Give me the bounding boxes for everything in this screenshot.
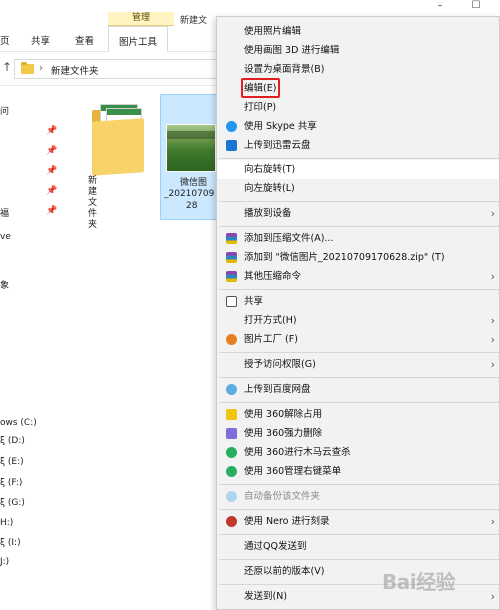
menu-item-print[interactable]: 打印(P) [218,98,499,117]
pin-icon: 📌 [46,166,58,176]
menu-divider [219,201,499,202]
menu-divider [219,509,499,510]
menu-item-360-delete[interactable]: 使用 360强力删除 [218,424,499,443]
navigation-pane: 问 📌 📌 📌 📌 福 📌 ve 象 ows (C:) ξ (D:) ξ (E:… [0,86,62,610]
menu-divider [219,289,499,290]
address-path[interactable]: 新建文件夹 [51,63,99,77]
menu-item-auto-backup[interactable]: 自动备份该文件夹 [218,487,499,506]
chevron-right-icon: › [490,314,495,327]
tab-share[interactable]: 共享 [31,33,50,47]
tab-picture-tools[interactable]: 图片工具 [108,26,169,52]
menu-item-send-via-qq[interactable]: 通过QQ发送到 [218,537,499,556]
window-title: 新建文 [180,16,208,26]
nav-item-quick-access[interactable]: 问 [0,104,9,117]
nav-item-3d-objects[interactable]: 象 [0,278,9,291]
share-icon [226,296,237,307]
menu-item-send-to[interactable]: 发送到(N) › [218,587,499,606]
folder-icon [92,104,150,176]
menu-item-share[interactable]: 共享 [218,292,499,311]
edit-highlight-box [241,78,280,98]
menu-divider [219,377,499,378]
menu-divider [219,402,499,403]
baidu-jingyan-watermark: Bai经验 [382,570,456,594]
skype-icon [226,121,237,132]
menu-divider [219,559,499,560]
menu-item-upload-xunlei[interactable]: 上传到迅雷云盘 [218,136,499,155]
picture-factory-icon [226,334,237,345]
winrar-icon [226,271,237,282]
nav-item-onedrive[interactable]: ve [0,232,11,242]
nav-item-drive-d[interactable]: ξ (D:) [0,436,25,446]
nero-icon [226,516,237,527]
360-scan-icon [226,447,237,458]
menu-item-add-to-zip[interactable]: 添加到 "微信图片_20210709170628.zip" (T) [218,248,499,267]
pin-icon: 📌 [46,206,58,216]
baidu-cloud-icon [226,491,237,502]
menu-item-rotate-left[interactable]: 向左旋转(L) [218,179,499,198]
xunlei-icon [226,140,237,151]
menu-item-360-scan[interactable]: 使用 360进行木马云查杀 [218,443,499,462]
manage-tab[interactable]: 管理 [108,12,174,26]
nav-item-drive-j[interactable]: J:) [0,557,9,567]
360-menu-icon [226,466,237,477]
menu-divider [219,584,499,585]
menu-item-360-manage[interactable]: 使用 360管理右键菜单 [218,462,499,481]
up-arrow-icon[interactable]: ↑ [2,60,12,74]
menu-item-edit-with-photos[interactable]: 使用照片编辑 [218,22,499,41]
nav-item-partial[interactable]: 福 [0,206,9,219]
chevron-right-icon: › [490,515,495,528]
chevron-right-icon: › [490,207,495,220]
menu-item-picture-factory[interactable]: 图片工厂 (F) › [218,330,499,349]
nav-item-drive-f[interactable]: ξ (F:) [0,478,22,488]
menu-divider [219,352,499,353]
folder-label: 新建文件夹 [88,176,98,230]
pin-icon: 📌 [46,126,58,136]
menu-item-rotate-right[interactable]: 向右旋转(T) [218,160,499,179]
menu-item-other-compress[interactable]: 其他压缩命令 › [218,267,499,286]
menu-item-upload-baidu[interactable]: 上传到百度网盘 [218,380,499,399]
nav-item-drive-i[interactable]: ξ (I:) [0,538,21,548]
360-unlock-icon [226,409,237,420]
tab-home-partial[interactable]: 页 [0,33,10,47]
folder-icon [21,62,34,74]
tab-view[interactable]: 查看 [75,33,94,47]
minimize-button[interactable]: – [426,0,454,14]
nav-item-drive-c[interactable]: ows (C:) [0,418,37,428]
menu-divider [219,226,499,227]
chevron-right-icon: › [490,358,495,371]
pin-icon: 📌 [46,186,58,196]
image-label-line1: 微信图 [180,178,208,188]
menu-divider [219,158,499,159]
menu-divider [219,534,499,535]
nav-item-drive-g[interactable]: ξ (G:) [0,498,25,508]
address-input[interactable]: › 新建文件夹 [14,59,224,79]
chevron-right-icon: › [490,333,495,346]
pin-icon: 📌 [46,146,58,156]
winrar-icon [226,252,237,263]
menu-item-360-unlock[interactable]: 使用 360解除占用 [218,405,499,424]
menu-item-grant-access[interactable]: 授予访问权限(G) › [218,355,499,374]
image-thumbnail [166,124,216,172]
maximize-button[interactable]: ☐ [462,0,490,14]
menu-item-cast-to-device[interactable]: 播放到设备 › [218,204,499,223]
context-menu: 使用照片编辑 使用画图 3D 进行编辑 设置为桌面背景(B) 编辑(E) 打印(… [216,16,500,610]
menu-item-skype-share[interactable]: 使用 Skype 共享 [218,117,499,136]
nav-item-drive-e[interactable]: ξ (E:) [0,457,24,467]
menu-item-open-with[interactable]: 打开方式(H) › [218,311,499,330]
chevron-right-icon: › [490,590,495,603]
image-label-line3: 28 [186,201,198,211]
menu-item-add-to-archive[interactable]: 添加到压缩文件(A)... [218,229,499,248]
baidu-cloud-icon [226,384,237,395]
menu-item-edit-with-paint3d[interactable]: 使用画图 3D 进行编辑 [218,41,499,60]
image-label-line2: _20210709 [164,189,215,199]
nav-item-drive-h[interactable]: H:) [0,518,13,528]
menu-item-set-wallpaper[interactable]: 设置为桌面背景(B) [218,60,499,79]
chevron-right-icon: › [490,270,495,283]
menu-item-nero-burn[interactable]: 使用 Nero 进行刻录 › [218,512,499,531]
winrar-icon [226,233,237,244]
menu-divider [219,484,499,485]
chevron-right-icon[interactable]: › [39,63,43,74]
menu-item-restore-versions[interactable]: 还原以前的版本(V) [218,562,499,581]
360-delete-icon [226,428,237,439]
